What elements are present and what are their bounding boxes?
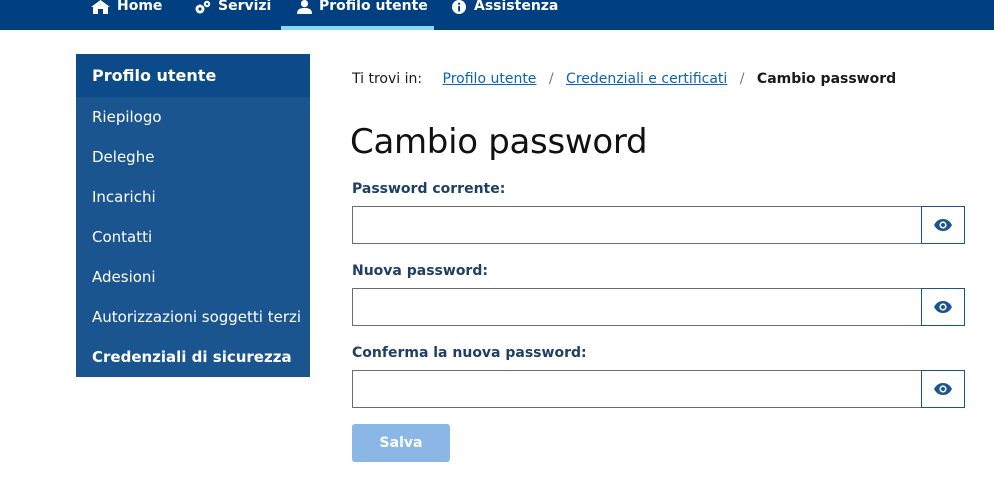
new-password-input[interactable] [352,288,921,326]
breadcrumb-link-credenziali[interactable]: Credenziali e certificati [566,71,727,87]
confirm-password-label: Conferma la nuova password: [352,345,587,361]
sidebar-item-credenziali[interactable]: Credenziali di sicurezza [76,337,310,377]
nav-item-home[interactable]: Home [91,0,162,30]
top-nav: Home Servizi Profilo utente Assistenza [0,0,994,30]
sidebar-item-contatti[interactable]: Contatti [76,217,310,257]
info-icon [451,0,467,17]
show-password-button[interactable] [921,206,965,244]
sidebar-item-autorizzazioni[interactable]: Autorizzazioni soggetti terzi [76,297,310,337]
breadcrumb-current: Cambio password [756,71,897,87]
breadcrumb-separator: / [739,71,745,87]
home-icon [91,0,110,17]
sidebar-item-incarichi[interactable]: Incarichi [76,177,310,217]
nav-item-assistenza[interactable]: Assistenza [451,0,558,30]
current-password-row [352,206,965,244]
eye-icon [934,216,952,235]
nav-item-label: Assistenza [474,0,559,14]
nav-item-servizi[interactable]: Servizi [194,0,271,30]
nav-item-label: Profilo utente [319,0,428,14]
current-password-label: Password corrente: [352,181,506,197]
new-password-label: Nuova password: [352,263,488,279]
breadcrumb-link-profilo-utente[interactable]: Profilo utente [443,71,537,87]
eye-icon [934,298,952,317]
sidebar-item-riepilogo[interactable]: Riepilogo [76,97,310,137]
eye-icon [934,380,952,399]
sidebar-item-adesioni[interactable]: Adesioni [76,257,310,297]
sidebar-item-deleghe[interactable]: Deleghe [76,137,310,177]
show-new-password-button[interactable] [921,288,965,326]
sidebar-title: Profilo utente [76,54,310,97]
user-icon [297,0,312,17]
breadcrumb: Ti trovi in: Profilo utente / Credenzial… [352,70,896,88]
new-password-row [352,288,965,326]
confirm-password-input[interactable] [352,370,921,408]
nav-item-label: Servizi [218,0,272,14]
sidebar: Profilo utente Riepilogo Deleghe Incaric… [76,54,310,377]
breadcrumb-label: Ti trovi in: [352,71,423,87]
nav-item-label: Home [117,0,163,14]
active-tab-indicator [281,26,434,30]
page-title: Cambio password [350,122,648,162]
cogs-icon [194,0,211,17]
save-button[interactable]: Salva [352,424,450,462]
current-password-input[interactable] [352,206,921,244]
confirm-password-row [352,370,965,408]
breadcrumb-separator: / [548,71,554,87]
show-confirm-password-button[interactable] [921,370,965,408]
